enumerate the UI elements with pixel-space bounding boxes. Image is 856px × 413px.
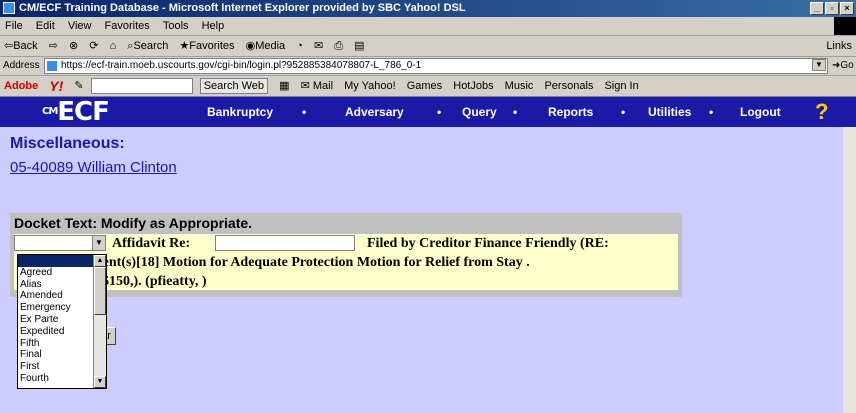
- affidavit-input[interactable]: [215, 235, 355, 251]
- nav-query[interactable]: Query: [462, 97, 497, 127]
- case-link[interactable]: 05-40089 William Clinton: [10, 159, 177, 176]
- mail-button[interactable]: ✉ Mail: [297, 76, 337, 96]
- browser-toolbar: ⇦Back ⇨ ⊗ ⟳ ⌂ ⌕Search ★Favorites ◉Media …: [0, 36, 856, 57]
- my-yahoo-button[interactable]: My Yahoo!: [340, 76, 400, 96]
- nav-separator: •: [302, 105, 307, 119]
- nav-adversary[interactable]: Adversary: [345, 97, 404, 127]
- personals-button[interactable]: Personals: [540, 76, 597, 96]
- docket-text-body: ▼ Affidavit Re: Filed by Creditor Financ…: [14, 234, 678, 290]
- page-content: Miscellaneous: 05-40089 William Clinton …: [0, 127, 856, 413]
- mail-icon[interactable]: ✉: [310, 36, 327, 56]
- scroll-down-icon[interactable]: ▼: [94, 376, 106, 388]
- dropdown-scrollbar[interactable]: ▲ ▼: [93, 255, 106, 388]
- stop-icon[interactable]: ⊗: [65, 36, 82, 56]
- maximize-button[interactable]: ▫: [825, 2, 839, 15]
- scroll-up-icon[interactable]: ▲: [94, 255, 106, 267]
- yahoo-logo[interactable]: Y!: [45, 76, 67, 96]
- hotjobs-button[interactable]: HotJobs: [449, 76, 497, 96]
- modifier-dropdown-list[interactable]: Agreed Alias Amended Emergency Ex Parte …: [17, 254, 107, 389]
- menu-favorites[interactable]: Favorites: [100, 17, 155, 35]
- window-controls: _ ▫ ×: [810, 2, 854, 15]
- links-label[interactable]: Links: [826, 36, 852, 56]
- address-field[interactable]: https://ecf-train.moeb.uscourts.gov/cgi-…: [44, 58, 828, 74]
- favorites-icon: ★: [179, 40, 190, 52]
- edit-icon[interactable]: ▤: [350, 36, 368, 56]
- nav-bankruptcy[interactable]: Bankruptcy: [207, 97, 273, 127]
- affidavit-label: Affidavit Re:: [112, 236, 191, 251]
- pencil-icon[interactable]: ✎: [70, 76, 87, 96]
- address-url: https://ecf-train.moeb.uscourts.gov/cgi-…: [61, 60, 422, 71]
- envelope-icon: ✉: [300, 80, 310, 92]
- games-button[interactable]: Games: [403, 76, 446, 96]
- yahoo-toolbar: Adobe Y! ✎ Search Web ▦ ✉ Mail My Yahoo!…: [0, 76, 856, 97]
- sign-in-button[interactable]: Sign In: [600, 76, 642, 96]
- print-icon[interactable]: ⎙: [330, 36, 347, 56]
- search-label: Search: [133, 40, 169, 52]
- address-bar: Address https://ecf-train.moeb.uscourts.…: [0, 57, 856, 76]
- forward-button[interactable]: ⇨: [45, 36, 62, 56]
- yahoo-search-field[interactable]: [90, 78, 193, 95]
- menu-view[interactable]: View: [63, 17, 97, 35]
- favorites-button[interactable]: ★Favorites: [175, 36, 238, 56]
- windows-logo-icon: [834, 17, 856, 35]
- nav-separator: •: [513, 105, 518, 119]
- refresh-icon[interactable]: ⟳: [85, 36, 102, 56]
- go-button[interactable]: ➜Go: [832, 57, 854, 75]
- nav-utilities[interactable]: Utilities: [648, 97, 691, 127]
- nav-separator: •: [437, 105, 442, 119]
- media-button[interactable]: ◉Media: [242, 36, 290, 56]
- ie-logo-icon: [3, 2, 15, 14]
- filed-by-text: Filed by Creditor Finance Friendly (RE:: [367, 236, 609, 251]
- modifier-select[interactable]: ▼: [14, 235, 106, 251]
- page-title: Miscellaneous:: [10, 135, 125, 152]
- docket-text-panel: Docket Text: Modify as Appropriate. ▼ Af…: [10, 213, 682, 297]
- nav-separator: •: [709, 105, 714, 119]
- minimize-button[interactable]: _: [810, 2, 824, 15]
- history-icon[interactable]: ◔: [292, 36, 307, 56]
- page-scrollbar[interactable]: [843, 127, 856, 413]
- back-button[interactable]: ⇦Back: [0, 36, 42, 56]
- media-icon: ◉: [245, 40, 256, 52]
- chevron-down-icon[interactable]: ▼: [92, 236, 105, 250]
- search-button[interactable]: ⌕Search: [123, 36, 172, 56]
- menu-edit[interactable]: Edit: [31, 17, 60, 35]
- page-icon: [47, 61, 57, 71]
- menu-file[interactable]: File: [0, 17, 28, 35]
- menu-bar: File Edit View Favorites Tools Help: [0, 17, 856, 36]
- nav-separator: •: [621, 105, 626, 119]
- nav-logout[interactable]: Logout: [740, 97, 781, 127]
- adobe-button[interactable]: Adobe: [0, 76, 42, 96]
- music-button[interactable]: Music: [501, 76, 538, 96]
- close-button[interactable]: ×: [840, 2, 854, 15]
- mail-label: Mail: [312, 80, 334, 92]
- ecf-logo-prefix: CM: [42, 106, 58, 117]
- ecf-logo-text: ECF: [57, 97, 110, 127]
- home-icon[interactable]: ⌂: [106, 36, 121, 56]
- menu-tools[interactable]: Tools: [158, 17, 194, 35]
- docket-text-line-3: $150,). (pfieatty, ): [102, 274, 207, 289]
- window-title: CM/ECF Training Database - Microsoft Int…: [19, 2, 466, 14]
- nav-reports[interactable]: Reports: [548, 97, 593, 127]
- menu-help[interactable]: Help: [197, 17, 230, 35]
- scroll-thumb[interactable]: [94, 267, 106, 315]
- window-titlebar: CM/ECF Training Database - Microsoft Int…: [0, 0, 856, 17]
- docket-text-line-2: ment(s)[18] Motion for Adequate Protecti…: [91, 255, 530, 270]
- search-web-button[interactable]: Search Web: [199, 78, 269, 95]
- docket-text-header: Docket Text: Modify as Appropriate.: [14, 215, 253, 231]
- ecf-nav-bar: CMECF Bankruptcy • Adversary • Query • R…: [0, 97, 856, 127]
- address-dropdown-button[interactable]: ▼: [812, 59, 826, 71]
- go-label: Go: [840, 60, 854, 71]
- media-label: Media: [255, 40, 286, 52]
- address-label: Address: [3, 60, 40, 71]
- highlight-icon[interactable]: ▦: [275, 76, 293, 96]
- help-icon[interactable]: ?: [815, 99, 828, 125]
- favorites-label: Favorites: [189, 40, 235, 52]
